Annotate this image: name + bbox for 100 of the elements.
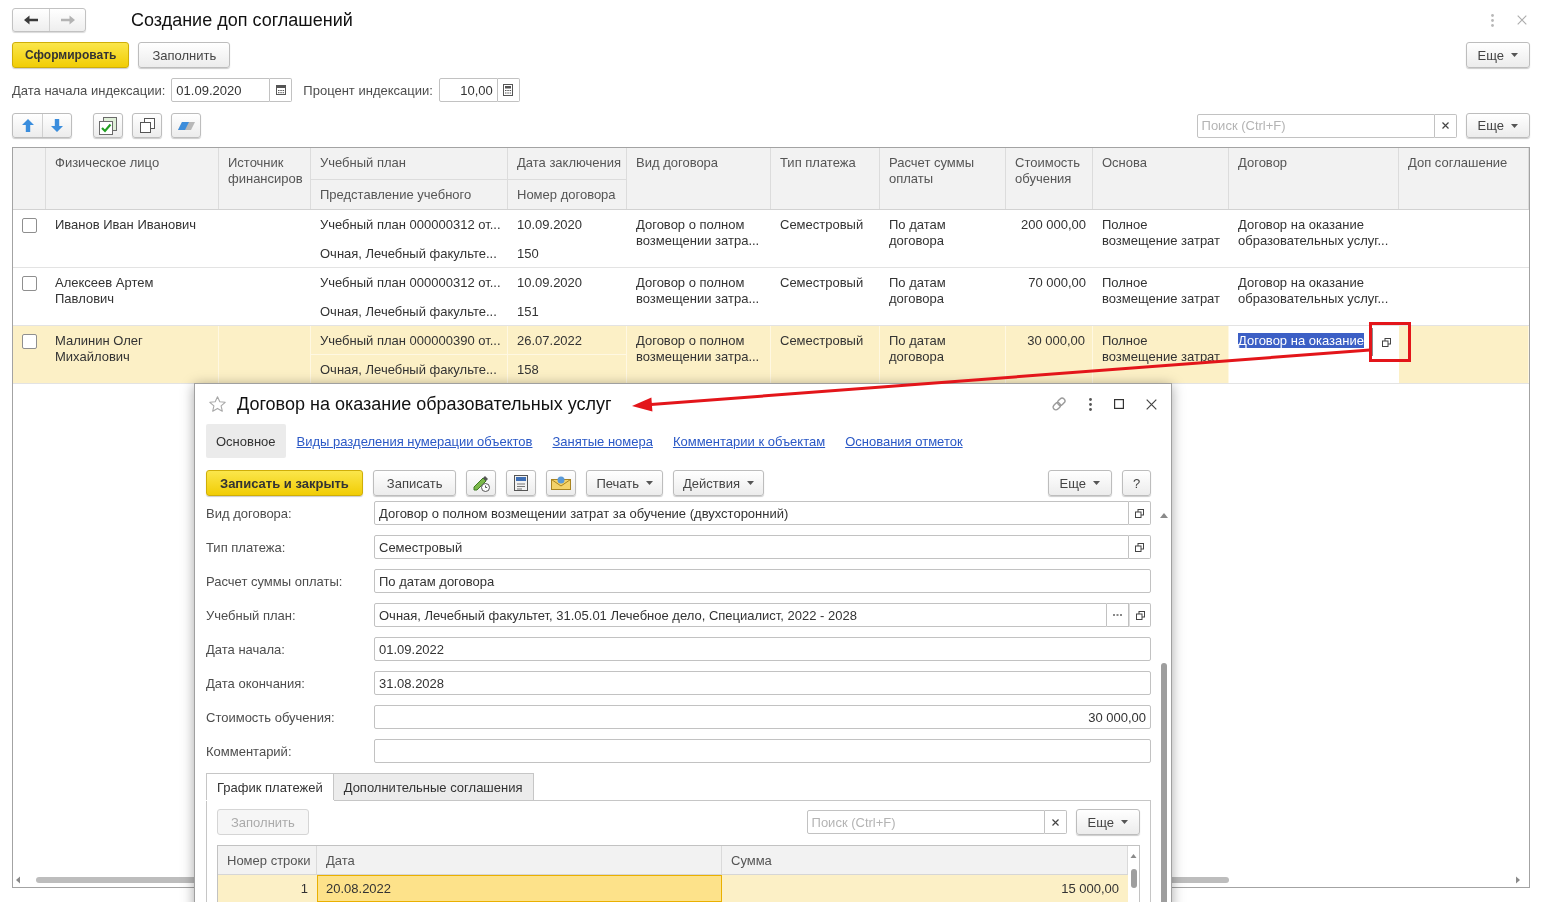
caret-icon [1511,123,1518,128]
column-header[interactable]: Источник финансиров [228,155,308,187]
column-header[interactable]: Физическое лицо [55,155,160,171]
clear-button[interactable] [1434,113,1457,138]
column-header[interactable]: Учебный план [320,155,406,171]
table-cell: 30 000,00 [1027,333,1085,349]
star-icon[interactable] [209,396,226,412]
print-button[interactable]: Печать [586,470,663,496]
fill-button[interactable]: Заполнить [138,42,231,68]
table-cell: Учебный план 000000390 от... [320,333,501,349]
checkbox[interactable] [22,276,37,291]
checkbox[interactable] [22,218,37,233]
column-header[interactable]: Тип платежа [780,155,856,171]
column-header[interactable]: Стоимость обучения [1015,155,1090,187]
generate-button[interactable]: Сформировать [12,42,130,68]
table-cell: 10.09.2020 [517,275,583,291]
help-button[interactable]: ? [1122,470,1151,496]
column-header[interactable]: Представление учебного [320,187,472,203]
check-pages-icon [99,116,117,135]
section-tab[interactable]: Основное [206,424,286,458]
more-icon[interactable] [1089,397,1092,411]
more-button[interactable]: Еще [1465,42,1530,68]
column-header[interactable]: Доп соглашение [1408,155,1508,171]
section-link[interactable]: Комментарии к объектам [672,433,826,449]
open-form-icon [1135,542,1144,552]
copy-button[interactable] [132,113,162,138]
input-field[interactable]: 31.08.2028 [374,671,1151,695]
input-field[interactable] [374,739,1151,763]
caret-icon [1121,820,1128,824]
tab[interactable]: Дополнительные соглашения [333,773,534,800]
left-arrow-icon [24,15,38,25]
close-icon[interactable] [1146,398,1157,410]
number-field[interactable]: 10,00 [438,78,498,102]
table-cell: 10.09.2020 [517,217,583,233]
cell-editor[interactable]: Договор на оказание [1229,326,1399,383]
table-row[interactable] [13,326,1529,384]
table-cell-text: Договор о полном возмещении затра... [636,217,761,249]
table-row[interactable]: 1 20.08.2022 15 000,00 [218,875,1128,902]
maximize-icon[interactable] [1114,399,1124,409]
caret-icon [1511,53,1518,57]
input-field[interactable]: 30 000,00 [374,705,1151,729]
down-arrow-icon [51,119,63,132]
table-cell-text: 15 000,00 [1060,880,1120,898]
more-button[interactable]: Еще [1047,470,1112,496]
save-button[interactable]: Записать [372,470,457,496]
save-and-close-button[interactable]: Записать и закрыть [206,470,363,496]
section-link[interactable]: Основания отметок [845,433,963,449]
input-field[interactable]: Договор о полном возмещении затрат за обучение (двухсторонний) [374,501,1129,525]
clear-icon [1051,818,1059,826]
highlight-frame [1369,322,1411,362]
table-cell: 151 [517,304,539,320]
link-icon[interactable] [1051,396,1067,412]
document-button[interactable] [506,470,537,496]
input-field[interactable]: Семестровый [374,535,1129,559]
copy-icon [139,118,155,133]
input-field[interactable]: 01.09.2022 [374,637,1151,661]
section-link[interactable]: Занятые номера [552,433,653,449]
column-header[interactable]: Договор [1238,155,1288,171]
field-label: Комментарий: [206,743,293,759]
field-label: Процент индексации: [303,82,433,98]
search-field[interactable]: Поиск (Ctrl+F) [806,810,1045,834]
input-field[interactable]: По датам договора [374,569,1151,593]
table-cell: Иванов Иван Иванович [55,217,197,233]
column-header[interactable]: Сумма [722,846,1128,874]
column-header[interactable]: Номер договора [517,187,616,203]
clear-button[interactable] [1044,810,1067,834]
calculator-button[interactable] [497,78,520,102]
column-header[interactable]: Расчет суммы оплаты [889,155,1003,187]
search-field[interactable]: Поиск (Ctrl+F) [1196,113,1435,138]
field-label: Дата начала: [206,641,286,657]
column-header[interactable]: Дата [317,846,722,874]
field-label: Расчет суммы оплаты: [206,573,344,589]
actions-button[interactable]: Действия [673,470,764,496]
table-cell: Очная, Лечебный факульте... [320,304,497,320]
table-cell: Учебный план 000000312 от... [320,275,501,291]
open-button[interactable] [1129,535,1151,559]
tab[interactable]: График платежей [206,773,334,800]
section-link[interactable]: Виды разделения нумерации объектов [296,433,533,449]
open-form-icon [1135,610,1145,620]
column-header[interactable]: Номер строки [218,846,317,874]
caret-icon [1093,481,1100,485]
more-button[interactable]: Еще [1465,113,1530,138]
field-label: Стоимость обучения: [206,709,336,725]
column-header[interactable]: Основа [1102,155,1147,171]
column-header[interactable]: Вид договора [636,155,719,171]
open-button[interactable] [1129,603,1151,627]
uncheck-button[interactable] [171,113,201,138]
check-all-button[interactable] [93,113,123,138]
input-field[interactable]: Очная, Лечебный факультет, 31.05.01 Лечебное дело, Специалист, 2022 - 2028 [374,603,1107,627]
column-header[interactable]: Дата заключения [517,155,621,171]
open-button[interactable] [1129,501,1151,525]
calendar-icon [275,85,286,95]
open-form-icon [1135,508,1144,518]
date-field[interactable]: 01.09.2020 [171,78,271,102]
envelope-button[interactable] [546,470,577,496]
table-cell-text: 1 [299,880,309,898]
checkbox[interactable] [22,334,37,349]
more-button[interactable]: Еще [1075,809,1140,835]
pencil-button[interactable] [466,470,497,496]
calendar-button[interactable] [270,78,293,102]
